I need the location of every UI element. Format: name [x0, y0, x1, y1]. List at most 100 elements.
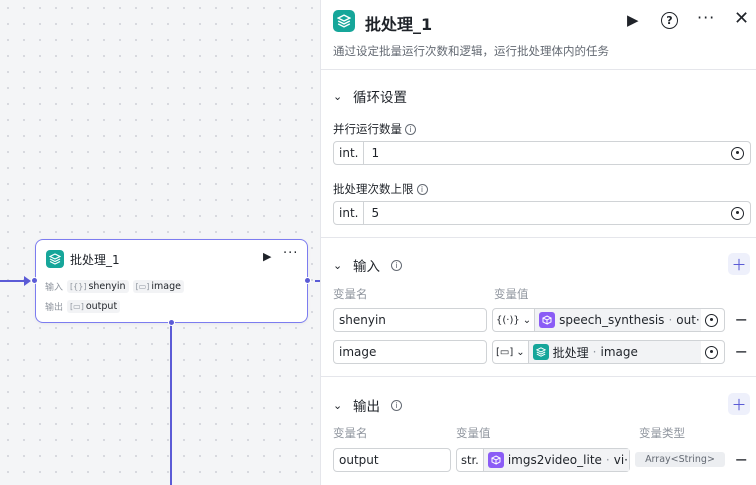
variable-reference[interactable]: 批处理 · image	[528, 341, 701, 363]
column-header: 变量值	[494, 287, 529, 301]
input-var-name[interactable]: shenyin	[333, 308, 487, 332]
run-node-icon[interactable]: ▶	[263, 250, 271, 263]
node-input-port[interactable]	[31, 277, 38, 284]
workflow-canvas[interactable]: 批处理_1 ▶ ··· 输入 [{}] shenyin [▭] image 输出 […	[0, 0, 320, 485]
divider	[321, 376, 756, 377]
layers-icon	[46, 250, 64, 268]
node-output-port[interactable]	[304, 277, 311, 284]
node-title: 批处理_1	[70, 253, 120, 267]
section-title: 循环设置	[353, 90, 407, 106]
node-input-chip: [▭] image	[132, 280, 184, 293]
output-var-value[interactable]: str. imgs2video_lite · vi···	[456, 448, 630, 472]
plugin-cube-icon	[487, 452, 504, 468]
node-inputs-row: 输入 [{}] shenyin [▭] image	[45, 280, 184, 293]
input-var-value[interactable]: [▭] ⌄ 批处理 · image	[492, 340, 725, 364]
array-image-icon: [▭]	[70, 302, 84, 311]
node-input-name: image	[151, 281, 181, 292]
section-title: 输出	[353, 399, 380, 415]
type-label: int.	[334, 202, 365, 224]
batch-limit-field[interactable]: int. 5	[333, 201, 751, 225]
input-section-header[interactable]: ⌄ 输入 i	[333, 255, 402, 275]
more-icon[interactable]: ···	[283, 246, 298, 261]
type-label: str.	[457, 449, 484, 471]
node-input-label: 输入	[45, 283, 64, 293]
input-var-name[interactable]: image	[333, 340, 487, 364]
help-icon[interactable]: ?	[661, 12, 678, 29]
node-output-chip: [▭] output	[67, 300, 121, 313]
info-icon[interactable]: i	[391, 399, 402, 411]
node-input-chip: [{}] shenyin	[67, 280, 129, 293]
loop-section-header[interactable]: ⌄ 循环设置	[333, 86, 407, 107]
node-output-name: output	[85, 301, 118, 312]
parallel-count-field[interactable]: int. 1	[333, 141, 751, 165]
panel-description: 通过设定批量运行次数和逻辑，运行批处理体内的任务	[333, 44, 609, 58]
remove-input-button[interactable]: −	[735, 310, 748, 329]
section-title: 输入	[353, 259, 380, 275]
ref-node-name: 批处理	[552, 345, 589, 360]
chevron-down-icon: ⌄	[516, 346, 525, 358]
ref-node-name: speech_synthesis	[559, 313, 665, 327]
chevron-down-icon: ⌄	[522, 314, 532, 326]
batch-node[interactable]: 批处理_1 ▶ ··· 输入 [{}] shenyin [▭] image 输出 […	[35, 239, 308, 323]
image-icon: [▭]	[496, 346, 514, 358]
type-select[interactable]: {(·)} ⌄	[493, 309, 536, 331]
output-section-header[interactable]: ⌄ 输出 i	[333, 395, 402, 415]
type-select[interactable]: [▭] ⌄	[493, 341, 529, 363]
output-var-name[interactable]: output	[333, 448, 451, 472]
info-icon[interactable]: i	[416, 183, 428, 195]
ref-var-name: vi···	[613, 453, 629, 467]
variable-reference-icon[interactable]	[705, 345, 718, 359]
add-output-button[interactable]: ＋	[728, 393, 750, 415]
variable-reference-icon[interactable]	[731, 146, 744, 160]
batch-body-edge	[170, 323, 172, 485]
image-icon: [▭]	[135, 282, 150, 291]
chevron-down-icon: ⌄	[333, 89, 343, 103]
info-icon[interactable]: i	[405, 123, 416, 135]
field-label: 并行运行数量	[333, 122, 402, 136]
ref-var-name: image	[600, 345, 638, 359]
input-var-value[interactable]: {(·)}⌄ speech_synthesis · out···	[492, 308, 725, 332]
column-header: 变量名	[333, 426, 368, 440]
field-label: 批处理次数上限	[333, 182, 414, 196]
batch-limit-value[interactable]: 5	[364, 206, 731, 220]
node-outputs-row: 输出 [▭] output	[45, 300, 121, 313]
ref-separator: ·	[592, 345, 597, 359]
node-body-port[interactable]	[168, 319, 175, 326]
chevron-down-icon: ⌄	[333, 398, 343, 412]
array-object-icon: {(·)}	[496, 314, 520, 326]
run-icon[interactable]: ▶	[627, 10, 639, 30]
node-output-label: 输出	[45, 303, 64, 313]
more-icon[interactable]: ···	[697, 8, 715, 28]
column-header: 变量名	[333, 287, 368, 301]
parallel-count-value[interactable]: 1	[364, 146, 731, 160]
array-braces-icon: [{}]	[70, 282, 87, 291]
node-input-name: shenyin	[88, 281, 126, 292]
ref-node-name: imgs2video_lite	[507, 453, 602, 467]
limit-label: 批处理次数上限 i	[333, 181, 428, 197]
edge-arrow-icon	[24, 276, 31, 286]
ref-var-name: out···	[676, 313, 701, 327]
info-icon[interactable]: i	[391, 259, 402, 271]
divider	[321, 237, 756, 238]
column-header: 变量类型	[639, 426, 685, 440]
plugin-cube-icon	[539, 312, 556, 328]
variable-reference[interactable]: imgs2video_lite · vi···	[483, 449, 629, 471]
chevron-down-icon: ⌄	[333, 258, 343, 272]
column-header: 变量值	[456, 426, 491, 440]
close-icon[interactable]: ✕	[734, 9, 749, 29]
variable-reference-icon[interactable]	[731, 206, 744, 220]
ref-separator: ·	[668, 313, 673, 327]
var-type-badge: Array<String>	[635, 452, 725, 467]
layers-icon	[532, 344, 549, 360]
divider	[321, 69, 756, 70]
variable-reference[interactable]: speech_synthesis · out···	[535, 309, 701, 331]
add-input-button[interactable]: ＋	[728, 253, 750, 275]
layers-icon	[333, 10, 355, 32]
type-label: int.	[334, 142, 365, 164]
node-config-panel: 批处理_1 ▶ ? ··· ✕ 通过设定批量运行次数和逻辑，运行批处理体内的任务…	[320, 0, 756, 485]
ref-separator: ·	[605, 453, 610, 467]
variable-reference-icon[interactable]	[705, 313, 718, 327]
panel-title[interactable]: 批处理_1	[365, 11, 432, 35]
remove-input-button[interactable]: −	[735, 342, 748, 361]
remove-output-button[interactable]: −	[735, 450, 748, 469]
